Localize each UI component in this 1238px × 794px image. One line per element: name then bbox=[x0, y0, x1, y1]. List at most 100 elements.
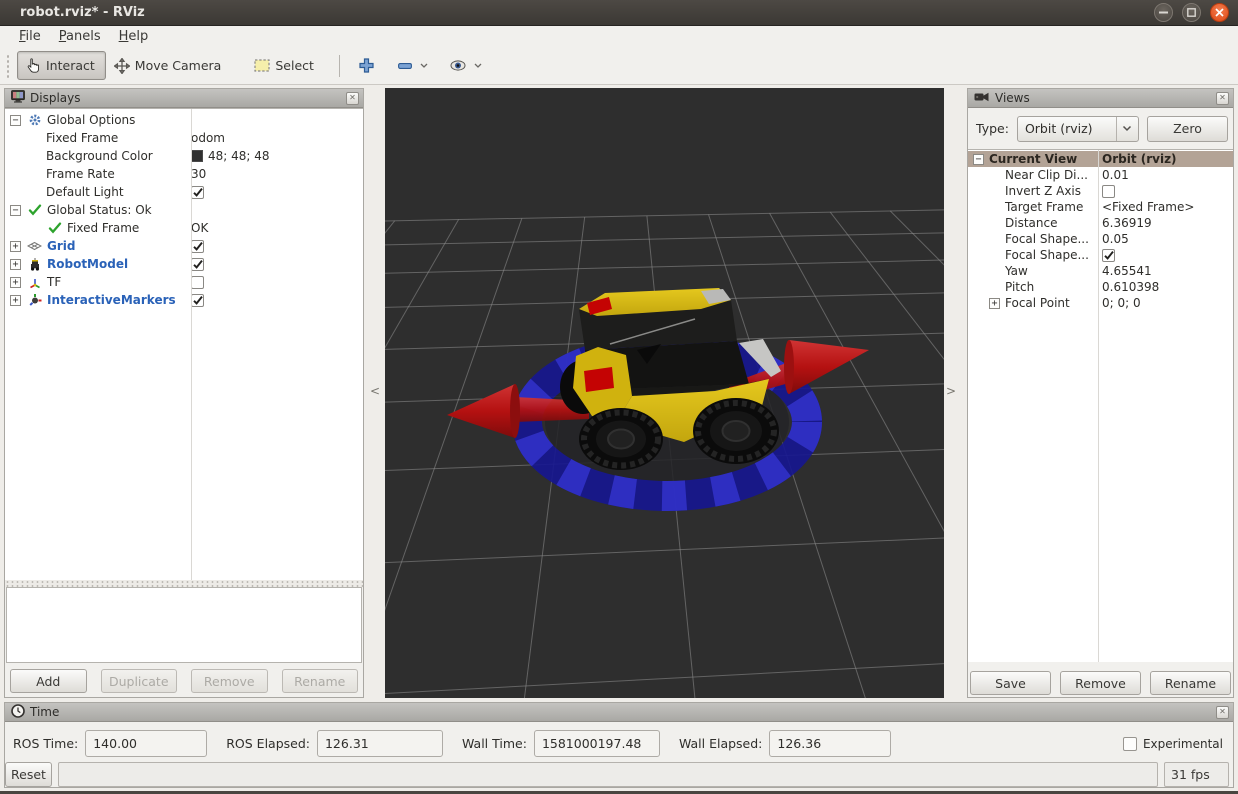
experimental-checkbox-group[interactable]: Experimental bbox=[1123, 737, 1223, 751]
tree-row-global-options[interactable]: −Global Options bbox=[5, 111, 363, 129]
window-titlebar[interactable]: robot.rviz* - RViz bbox=[0, 0, 1238, 26]
checkbox-checked[interactable] bbox=[191, 294, 204, 307]
view-type-label: Type: bbox=[976, 121, 1009, 136]
collapse-expander-icon[interactable]: − bbox=[10, 115, 21, 126]
tree-label: Background Color bbox=[46, 149, 153, 163]
tree-label: Focal Point bbox=[1005, 296, 1070, 310]
close-panel-icon[interactable]: ✕ bbox=[1216, 706, 1229, 719]
ros-time-input[interactable] bbox=[85, 730, 207, 757]
property-value[interactable]: odom bbox=[191, 131, 225, 145]
remove-view-button[interactable]: Remove bbox=[1060, 671, 1141, 695]
menu-file[interactable]: File bbox=[10, 27, 50, 46]
tree-cell-name: Fixed Frame bbox=[5, 219, 186, 237]
property-value[interactable]: Orbit (rviz) bbox=[1102, 152, 1177, 166]
zoom-in-button[interactable] bbox=[352, 51, 381, 80]
tree-row-near-clip-di-[interactable]: Near Clip Di...0.01 bbox=[968, 167, 1233, 183]
tree-row-yaw[interactable]: Yaw4.65541 bbox=[968, 263, 1233, 279]
tree-row-robotmodel[interactable]: +RobotModel bbox=[5, 255, 363, 273]
select-tool-button[interactable]: Select bbox=[246, 51, 325, 80]
checkbox-unchecked[interactable] bbox=[1123, 737, 1137, 751]
checkbox-checked[interactable] bbox=[191, 258, 204, 271]
expand-expander-icon[interactable]: + bbox=[10, 295, 21, 306]
reset-button[interactable]: Reset bbox=[5, 762, 52, 787]
tree-row-invert-z-axis[interactable]: Invert Z Axis bbox=[968, 183, 1233, 199]
rename-view-button[interactable]: Rename bbox=[1150, 671, 1231, 695]
checkbox-checked[interactable] bbox=[1102, 249, 1115, 262]
minimize-button[interactable] bbox=[1154, 3, 1173, 22]
view-type-dropdown[interactable]: Orbit (rviz) bbox=[1017, 116, 1139, 142]
property-value[interactable]: 0; 0; 0 bbox=[1102, 296, 1141, 310]
close-panel-icon[interactable]: ✕ bbox=[1216, 92, 1229, 105]
chevron-down-icon[interactable] bbox=[420, 63, 428, 68]
tree-row-grid[interactable]: +Grid bbox=[5, 237, 363, 255]
add-display-button[interactable]: Add bbox=[10, 669, 87, 693]
tree-row-fixed-frame[interactable]: Fixed Frame OK bbox=[5, 219, 363, 237]
duplicate-display-button[interactable]: Duplicate bbox=[101, 669, 178, 693]
robot-wheel-right bbox=[693, 398, 779, 464]
property-value: 48; 48; 48 bbox=[208, 149, 270, 163]
close-panel-icon[interactable]: ✕ bbox=[346, 92, 359, 105]
tree-row-global-status-ok[interactable]: −Global Status: Ok bbox=[5, 201, 363, 219]
description-box bbox=[6, 587, 362, 663]
zero-button[interactable]: Zero bbox=[1147, 116, 1228, 142]
tree-row-pitch[interactable]: Pitch0.610398 bbox=[968, 279, 1233, 295]
tree-row-fixed-frame[interactable]: Fixed Frameodom bbox=[5, 129, 363, 147]
checkbox-checked[interactable] bbox=[191, 240, 204, 253]
property-value[interactable]: 0.05 bbox=[1102, 232, 1129, 246]
expand-expander-icon[interactable]: + bbox=[10, 241, 21, 252]
time-panel-header[interactable]: Time ✕ bbox=[5, 703, 1233, 722]
tree-row-current-view[interactable]: −Current ViewOrbit (rviz) bbox=[968, 151, 1233, 167]
property-value[interactable]: OK bbox=[191, 221, 208, 235]
property-value[interactable]: 0.01 bbox=[1102, 168, 1129, 182]
collapse-left-panel-handle[interactable]: < bbox=[369, 382, 381, 400]
remove-display-button[interactable]: Remove bbox=[191, 669, 268, 693]
tree-row-focal-shape-[interactable]: Focal Shape... bbox=[968, 247, 1233, 263]
render-viewport-3d[interactable] bbox=[385, 88, 944, 698]
maximize-button[interactable] bbox=[1182, 3, 1201, 22]
tree-cell-name: + Focal Point bbox=[968, 295, 1097, 311]
save-view-button[interactable]: Save bbox=[970, 671, 1051, 695]
menu-panels[interactable]: Panels bbox=[50, 27, 110, 46]
rename-display-button[interactable]: Rename bbox=[282, 669, 359, 693]
property-value[interactable]: <Fixed Frame> bbox=[1102, 200, 1194, 214]
move-camera-tool-button[interactable]: Move Camera bbox=[106, 51, 233, 80]
wall-time-input[interactable] bbox=[534, 730, 660, 757]
checkbox-unchecked[interactable] bbox=[191, 276, 204, 289]
collapse-expander-icon[interactable]: − bbox=[10, 205, 21, 216]
chevron-down-icon[interactable] bbox=[474, 63, 482, 68]
checkbox-checked[interactable] bbox=[191, 186, 204, 199]
expand-expander-icon[interactable]: + bbox=[10, 277, 21, 288]
tree-row-default-light[interactable]: Default Light bbox=[5, 183, 363, 201]
expand-expander-icon[interactable]: + bbox=[10, 259, 21, 270]
description-splitter[interactable] bbox=[5, 580, 363, 587]
tree-row-background-color[interactable]: Background Color 48; 48; 48 bbox=[5, 147, 363, 165]
property-value[interactable]: 6.36919 bbox=[1102, 216, 1152, 230]
visibility-button[interactable] bbox=[443, 51, 489, 80]
expand-expander-icon[interactable]: + bbox=[989, 298, 1000, 309]
tree-row-frame-rate[interactable]: Frame Rate30 bbox=[5, 165, 363, 183]
collapse-right-panel-handle[interactable]: > bbox=[945, 382, 957, 400]
interact-tool-button[interactable]: Interact bbox=[17, 51, 106, 80]
tree-row-distance[interactable]: Distance6.36919 bbox=[968, 215, 1233, 231]
property-value[interactable]: 30 bbox=[191, 167, 206, 181]
tree-row-tf[interactable]: +TF bbox=[5, 273, 363, 291]
zoom-out-button[interactable] bbox=[391, 51, 435, 80]
tree-row-interactivemarkers[interactable]: +InteractiveMarkers bbox=[5, 291, 363, 309]
checkbox-unchecked[interactable] bbox=[1102, 185, 1115, 198]
tree-row-focal-point[interactable]: + Focal Point 0; 0; 0 bbox=[968, 295, 1233, 311]
tree-row-target-frame[interactable]: Target Frame<Fixed Frame> bbox=[968, 199, 1233, 215]
tree-cell-value bbox=[1097, 183, 1233, 199]
menu-help[interactable]: Help bbox=[110, 27, 158, 46]
color-swatch[interactable] bbox=[191, 150, 203, 162]
views-panel-header[interactable]: Views ✕ bbox=[968, 89, 1233, 108]
property-value[interactable]: 0.610398 bbox=[1102, 280, 1159, 294]
tree-row-focal-shape-[interactable]: Focal Shape... 0.05 bbox=[968, 231, 1233, 247]
displays-panel-header[interactable]: Displays ✕ bbox=[5, 89, 363, 108]
collapse-expander-icon[interactable]: − bbox=[973, 154, 984, 165]
close-button[interactable] bbox=[1210, 3, 1229, 22]
toolbar-drag-handle[interactable] bbox=[6, 54, 11, 78]
ros-elapsed-input[interactable] bbox=[317, 730, 443, 757]
wall-elapsed-input[interactable] bbox=[769, 730, 891, 757]
tree-label: Focal Shape... bbox=[1005, 232, 1089, 246]
property-value[interactable]: 4.65541 bbox=[1102, 264, 1152, 278]
